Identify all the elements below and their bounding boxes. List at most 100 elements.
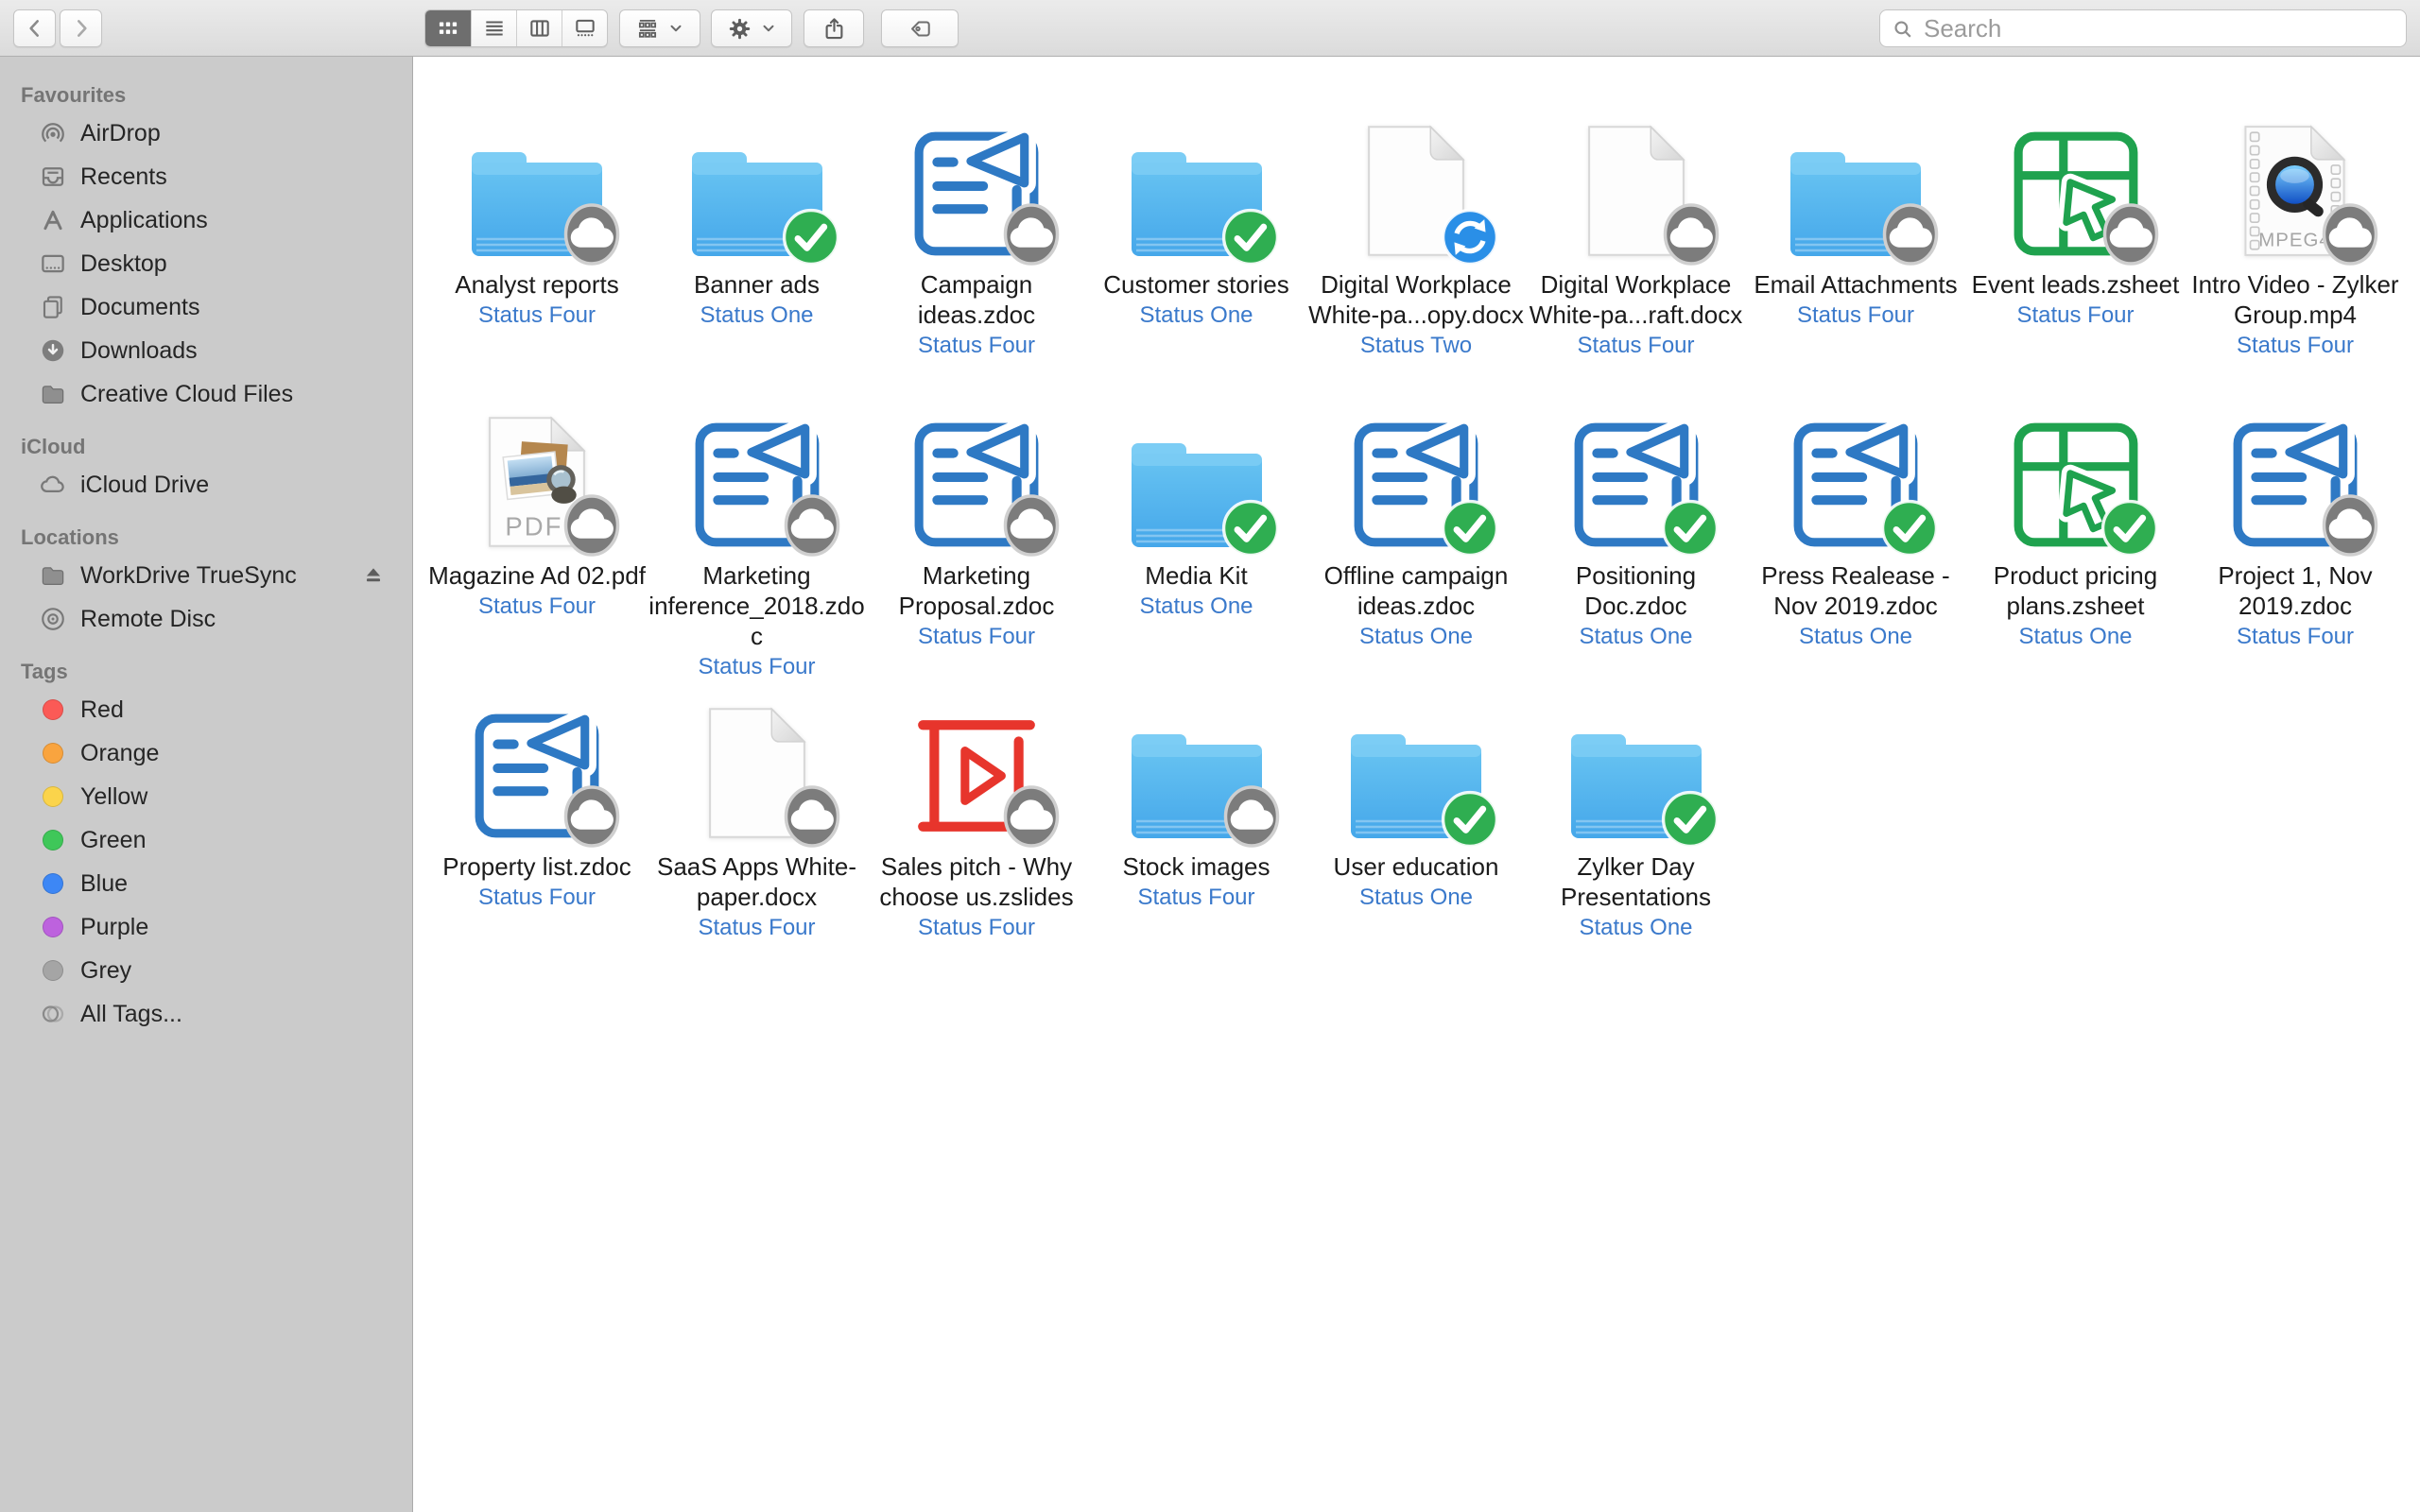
file-item-press-realease-nov-2019-zdoc[interactable]: Press Realease - Nov 2019.zdoc Status On… (1746, 395, 1965, 686)
file-status-label[interactable]: Status Four (1087, 884, 1306, 912)
file-item-analyst-reports[interactable]: Analyst reports Status Four (427, 104, 647, 395)
group-button[interactable] (619, 9, 700, 47)
sidebar-section-title: Locations (21, 525, 412, 550)
sidebar-item-label: Purple (80, 914, 148, 941)
file-item-project-1-nov-2019-zdoc[interactable]: Project 1, Nov 2019.zdoc Status Four (2186, 395, 2405, 686)
sidebar-item-workdrive-truesync[interactable]: WorkDrive TrueSync (0, 554, 412, 597)
sidebar-item-purple[interactable]: Purple (0, 905, 412, 949)
sidebar-item-recents[interactable]: Recents (0, 155, 412, 198)
sidebar-item-label: All Tags... (80, 1001, 182, 1028)
synced-check-badge-icon (1441, 790, 1499, 849)
file-status-label[interactable]: Status Four (427, 301, 647, 330)
sidebar-item-creative-cloud-files[interactable]: Creative Cloud Files (0, 372, 412, 416)
file-status-label[interactable]: Status Two (1306, 332, 1526, 360)
file-item-customer-stories[interactable]: Customer stories Status One (1087, 104, 1306, 395)
file-status-label[interactable]: Status Four (427, 593, 647, 621)
sidebar-item-blue[interactable]: Blue (0, 862, 412, 905)
file-status-label[interactable]: Status Four (1746, 301, 1965, 330)
sidebar-item-airdrop[interactable]: AirDrop (0, 112, 412, 155)
file-status-label[interactable]: Status Four (2186, 332, 2405, 360)
file-item-magazine-ad-02-pdf[interactable]: PDF Magazine Ad 02.pdf Status Four (427, 395, 647, 686)
share-button[interactable] (804, 9, 864, 47)
file-item-media-kit[interactable]: Media Kit Status One (1087, 395, 1306, 686)
sidebar-item-label: WorkDrive TrueSync (80, 562, 297, 590)
file-item-digital-workplace-white-pa-opy-docx[interactable]: Digital Workplace White-pa...opy.docx St… (1306, 104, 1526, 395)
sync-status-badge (1663, 202, 1720, 266)
file-status-label[interactable]: Status Four (867, 332, 1086, 360)
file-status-label[interactable]: Status One (1966, 623, 2186, 651)
chevron-left-icon (23, 16, 47, 41)
view-list-button[interactable] (471, 10, 516, 46)
file-thumbnail (648, 104, 867, 261)
sidebar-item-desktop[interactable]: Desktop (0, 242, 412, 285)
sidebar-item-green[interactable]: Green (0, 818, 412, 862)
file-item-sales-pitch-why-choose-us-zslides[interactable]: Sales pitch - Why choose us.zslides Stat… (867, 686, 1086, 977)
file-item-product-pricing-plans-zsheet[interactable]: Product pricing plans.zsheet Status One (1966, 395, 2186, 686)
file-status-label[interactable]: Status Four (1966, 301, 2186, 330)
list-view-icon (482, 16, 507, 41)
file-status-label[interactable]: Status Four (2186, 623, 2405, 651)
sidebar-item-grey[interactable]: Grey (0, 949, 412, 992)
sidebar-item-yellow[interactable]: Yellow (0, 775, 412, 818)
tags-button[interactable] (881, 9, 959, 47)
file-item-stock-images[interactable]: Stock images Status Four (1087, 686, 1306, 977)
file-status-label[interactable]: Status Four (867, 914, 1086, 942)
file-status-label[interactable]: Status One (1746, 623, 1965, 651)
sidebar-item-all-tags[interactable]: All Tags... (0, 992, 412, 1036)
sidebar-item-label: Creative Cloud Files (80, 381, 293, 408)
file-status-label[interactable]: Status One (1087, 593, 1306, 621)
file-status-label[interactable]: Status One (1527, 623, 1746, 651)
file-item-intro-video-zylker-group-mp4[interactable]: MPEG4 Intro Video - Zylker Group.mp4 Sta… (2186, 104, 2405, 395)
file-status-label[interactable]: Status Four (1527, 332, 1746, 360)
file-status-label[interactable]: Status One (1306, 884, 1526, 912)
sidebar-item-applications[interactable]: Applications (0, 198, 412, 242)
file-status-label[interactable]: Status One (1306, 623, 1526, 651)
sidebar-item-remote-disc[interactable]: Remote Disc (0, 597, 412, 641)
file-status-label[interactable]: Status Four (867, 623, 1086, 651)
file-item-event-leads-zsheet[interactable]: Event leads.zsheet Status Four (1966, 104, 2186, 395)
sync-status-badge (2102, 202, 2159, 266)
sidebar-item-documents[interactable]: Documents (0, 285, 412, 329)
view-gallery-button[interactable] (562, 10, 607, 46)
file-item-marketing-proposal-zdoc[interactable]: Marketing Proposal.zdoc Status Four (867, 395, 1086, 686)
sidebar-item-label: Documents (80, 294, 199, 321)
sidebar-item-label: AirDrop (80, 120, 161, 147)
sidebar-item-downloads[interactable]: Downloads (0, 329, 412, 372)
sidebar-section: Locations WorkDrive TrueSync Remote Disc (0, 525, 412, 641)
search-input[interactable] (1879, 9, 2407, 47)
eject-button[interactable] (361, 563, 386, 588)
sidebar-section-title: iCloud (21, 435, 412, 459)
file-item-digital-workplace-white-pa-raft-docx[interactable]: Digital Workplace White-pa...raft.docx S… (1527, 104, 1746, 395)
file-item-property-list-zdoc[interactable]: Property list.zdoc Status Four (427, 686, 647, 977)
file-item-offline-campaign-ideas-zdoc[interactable]: Offline campaign ideas.zdoc Status One (1306, 395, 1526, 686)
sidebar-item-icloud-drive[interactable]: iCloud Drive (0, 463, 412, 507)
tag-color-dot-icon (43, 917, 63, 937)
sync-status-badge (1441, 208, 1499, 266)
forward-button[interactable] (60, 9, 102, 47)
file-item-campaign-ideas-zdoc[interactable]: Campaign ideas.zdoc Status Four (867, 104, 1086, 395)
file-status-label[interactable]: Status One (1527, 914, 1746, 942)
cloud-offline-badge-icon (1003, 493, 1060, 558)
file-name: Marketing Proposal.zdoc (867, 560, 1086, 621)
view-grid-button[interactable] (425, 10, 471, 46)
file-status-label[interactable]: Status Four (648, 914, 867, 942)
file-status-label[interactable]: Status Four (648, 653, 867, 681)
file-item-user-education[interactable]: User education Status One (1306, 686, 1526, 977)
file-item-email-attachments[interactable]: Email Attachments Status Four (1746, 104, 1965, 395)
file-status-label[interactable]: Status One (648, 301, 867, 330)
file-item-marketing-inference-2018-zdoc[interactable]: Marketing inference_2018.zdoc Status Fou… (648, 395, 867, 686)
view-columns-button[interactable] (516, 10, 562, 46)
file-item-zylker-day-presentations[interactable]: Zylker Day Presentations Status One (1527, 686, 1746, 977)
file-item-saas-apps-white-paper-docx[interactable]: SaaS Apps White-paper.docx Status Four (648, 686, 867, 977)
sidebar-item-orange[interactable]: Orange (0, 731, 412, 775)
file-item-banner-ads[interactable]: Banner ads Status One (648, 104, 867, 395)
back-button[interactable] (13, 9, 56, 47)
file-item-positioning-doc-zdoc[interactable]: Positioning Doc.zdoc Status One (1527, 395, 1746, 686)
sidebar-item-red[interactable]: Red (0, 688, 412, 731)
file-status-label[interactable]: Status Four (427, 884, 647, 912)
actions-button[interactable] (711, 9, 792, 47)
sidebar-item-label: Remote Disc (80, 606, 216, 633)
sidebar-item-label: Blue (80, 870, 128, 898)
file-status-label[interactable]: Status One (1087, 301, 1306, 330)
sync-status-badge (1880, 499, 1939, 558)
